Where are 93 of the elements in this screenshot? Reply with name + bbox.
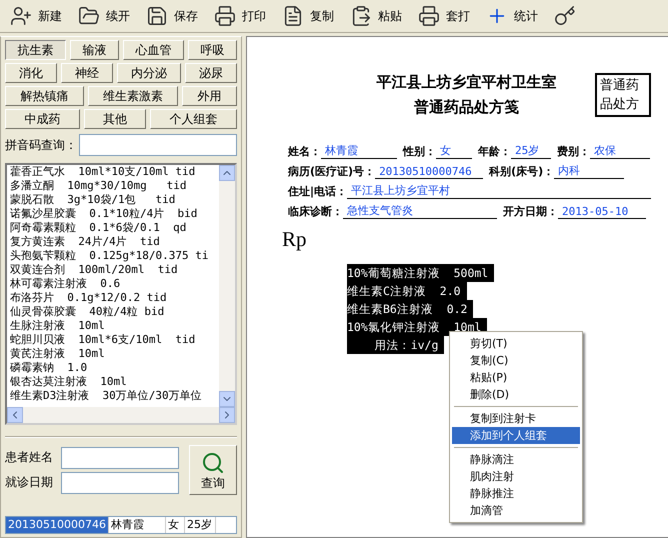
field-label: 开方日期： [503, 204, 558, 219]
toolbar-button[interactable]: 统计 [480, 1, 544, 31]
drug-list-item[interactable]: 多潘立酮 10mg*30/10mg tid [10, 179, 219, 193]
drug-list-item[interactable]: 头孢氨苄颗粒 0.125g*18/0.375 ti [10, 249, 219, 263]
drug-list-item[interactable]: 复方黄连素 24片/4片 tid [10, 235, 219, 249]
query-button[interactable]: 查询 [189, 445, 237, 495]
table-cell[interactable]: 林青霞 [108, 517, 166, 533]
field-value[interactable]: 女 [436, 143, 472, 159]
toolbar-button[interactable]: 复制 [276, 1, 340, 31]
drug-list-item[interactable]: 诺氟沙星胶囊 0.1*10粒/4片 bid [10, 207, 219, 221]
drug-list-item[interactable]: 仙灵骨葆胶囊 40粒/4粒 bid [10, 305, 219, 319]
key-icon [554, 5, 576, 27]
patient-name-label: 患者姓名 [5, 449, 53, 466]
menu-item[interactable]: 肌肉注射 [452, 468, 580, 485]
category-button[interactable]: 内分泌 [117, 63, 181, 83]
menu-item[interactable]: 加滴管 [452, 502, 580, 519]
rp-heading: Rp [282, 227, 308, 252]
menu-item[interactable]: 复制(C) [452, 352, 580, 369]
category-button[interactable]: 维生素激素 [88, 86, 178, 106]
drug-list-item[interactable]: 蛇胆川贝液 10ml*6支/10ml tid [10, 333, 219, 347]
menu-item[interactable]: 静脉滴注 [452, 451, 580, 468]
category-button[interactable]: 外用 [182, 86, 238, 106]
drug-list-item[interactable]: 布洛芬片 0.1g*12/0.2 tid [10, 291, 219, 305]
paste-icon [350, 5, 372, 27]
printer-icon [418, 5, 440, 27]
field-label: 住址|电话： [288, 184, 348, 199]
drug-list-item[interactable]: 磷霉素钠 1.0 [10, 361, 219, 375]
menu-item[interactable]: 剪切(T) [452, 335, 580, 352]
category-button[interactable]: 泌尿 [185, 63, 237, 83]
menu-item[interactable]: 粘贴(P) [452, 369, 580, 386]
drug-list-item[interactable]: 生脉注射液 10ml [10, 319, 219, 333]
visit-date-label: 就诊日期 [5, 474, 53, 491]
document-icon [282, 5, 304, 27]
menu-item[interactable]: 复制到注射卡 [452, 410, 580, 427]
toolbar-button[interactable]: 续开 [72, 1, 136, 31]
table-cell[interactable]: 20130510000746 [6, 517, 109, 533]
menu-item[interactable]: 静脉推注 [452, 485, 580, 502]
table-cell[interactable]: 25岁 [184, 517, 216, 533]
drug-list-item[interactable]: 阿奇霉素颗粒 0.1*6袋/0.1 qd [10, 221, 219, 235]
category-button[interactable]: 抗生素 [5, 40, 66, 60]
toolbar-button[interactable]: 保存 [140, 1, 204, 31]
field-value[interactable]: 20130510000746 [375, 165, 484, 179]
field-label: 科别(床号)： [489, 164, 554, 179]
field-value[interactable]: 平江县上坊乡宜平村 [347, 183, 652, 199]
drug-list-item[interactable]: 黄芪注射液 10ml [10, 347, 219, 361]
category-button[interactable]: 消化 [5, 63, 57, 83]
clinic-title: 平江县上坊乡宜平村卫生室 [376, 73, 557, 92]
menu-item[interactable]: 添加到个人组套 [452, 427, 580, 444]
drug-list-item[interactable]: 银杏达莫注射液 10ml [10, 375, 219, 389]
folder-icon [78, 5, 100, 27]
prescription-title: 普通药品处方笺 [414, 98, 520, 117]
category-button[interactable]: 解热镇痛 [5, 86, 84, 106]
field-label: 临床诊断： [288, 204, 343, 219]
drug-list-item[interactable]: 藿香正气水 10ml*10支/10ml tid [10, 165, 219, 179]
field-label: 性别： [403, 144, 436, 159]
search-icon [201, 451, 225, 475]
toolbar-button[interactable]: 新建 [4, 1, 68, 31]
field-label: 年龄： [478, 144, 511, 159]
save-icon [146, 5, 168, 27]
category-button[interactable]: 心血管 [123, 40, 184, 60]
field-label: 费别： [557, 144, 590, 159]
visit-date-field[interactable] [61, 472, 179, 494]
field-label: 姓名： [288, 144, 321, 159]
pinyin-search-field[interactable] [79, 134, 237, 156]
category-button[interactable]: 神经 [61, 63, 113, 83]
field-label: 病历(医疗证)号： [288, 164, 376, 179]
field-value[interactable]: 2013-05-10 [558, 205, 646, 219]
drug-list-item[interactable]: 蒙脱石散 3g*10袋/1包 tid [10, 193, 219, 207]
vertical-scrollbar[interactable] [219, 165, 235, 407]
field-value[interactable]: 25岁 [511, 143, 551, 159]
field-value[interactable]: 林青霞 [321, 143, 397, 159]
category-button[interactable]: 中成药 [5, 109, 80, 129]
toolbar-button[interactable]: 打印 [208, 1, 272, 31]
drug-list-item[interactable]: 林可霉素注射液 0.6 [10, 277, 219, 291]
drug-list-item[interactable]: 双黄连合剂 100ml/20ml tid [10, 263, 219, 277]
printer-icon [214, 5, 236, 27]
toolbar-button[interactable]: 粘贴 [344, 1, 408, 31]
category-button[interactable]: 输液 [70, 40, 119, 60]
menu-item[interactable]: 删除(D) [452, 386, 580, 403]
category-button[interactable]: 个人组套 [150, 109, 238, 129]
patient-name-field[interactable] [61, 446, 179, 468]
toolbar-button[interactable]: 套打 [412, 1, 476, 31]
person-add-icon [10, 5, 32, 27]
category-button[interactable]: 呼吸 [188, 40, 237, 60]
field-value[interactable]: 农保 [590, 143, 650, 159]
drug-list-item[interactable]: 维生素D3注射液 30万单位/30万单位 [10, 389, 219, 403]
field-value[interactable]: 内科 [554, 163, 624, 179]
category-button[interactable]: 其他 [84, 109, 146, 129]
search-label: 拼音码查询： [5, 136, 77, 154]
field-value[interactable]: 急性支气管炎 [343, 203, 497, 219]
table-cell[interactable]: 女 [166, 517, 185, 533]
stamp-label: 普通药品处方 [595, 73, 652, 117]
horizontal-scrollbar[interactable] [7, 407, 235, 423]
